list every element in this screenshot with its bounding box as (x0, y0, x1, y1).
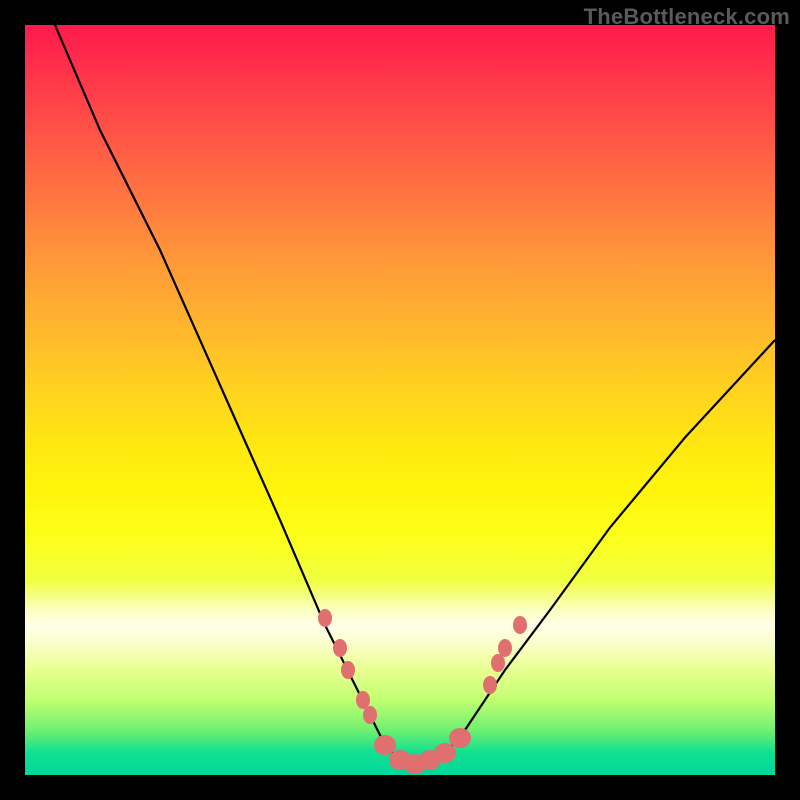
marker-dot (363, 706, 377, 724)
marker-dot (513, 616, 527, 634)
marker-dot (341, 661, 355, 679)
watermark-text: TheBottleneck.com (584, 4, 790, 30)
marker-dot (498, 639, 512, 657)
marker-dot (333, 639, 347, 657)
bottleneck-curve (55, 25, 775, 768)
marker-dot (449, 728, 471, 748)
curve-svg (25, 25, 775, 775)
chart-frame: TheBottleneck.com (0, 0, 800, 800)
marker-dot (318, 609, 332, 627)
marker-dot (483, 676, 497, 694)
plot-area (25, 25, 775, 775)
